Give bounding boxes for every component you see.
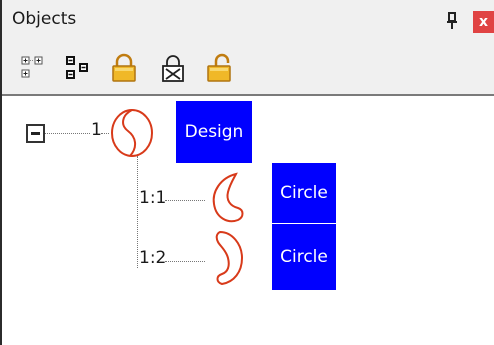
lock-x-button[interactable] — [158, 53, 188, 83]
pin-icon[interactable] — [444, 12, 460, 30]
design-shape-icon[interactable] — [108, 107, 156, 159]
node-number: 1:2 — [139, 248, 167, 268]
tree-connector — [165, 200, 205, 201]
tree-connector — [45, 133, 90, 134]
expand-all-icon — [21, 56, 43, 78]
node-number: 1 — [91, 120, 102, 140]
panel-titlebar: Objects x — [2, 0, 494, 42]
collapse-all-icon — [66, 56, 88, 79]
node-number: 1:1 — [139, 188, 167, 208]
expand-all-button[interactable] — [19, 53, 49, 83]
unlock-icon — [207, 53, 231, 82]
circle-shape-icon[interactable] — [208, 170, 248, 228]
minus-icon — [31, 132, 40, 135]
object-tree: 1 Design 1:1 Circle 1:2 Circle — [2, 94, 494, 345]
lock-x-icon — [162, 55, 184, 82]
circle-shape-icon[interactable] — [208, 228, 248, 288]
lock-button[interactable] — [109, 53, 139, 83]
lock-icon — [112, 53, 136, 82]
toolbar — [2, 42, 494, 94]
tree-node-circle-2[interactable]: Circle — [272, 224, 336, 290]
tree-node-design[interactable]: Design — [176, 101, 252, 163]
tree-node-circle-1[interactable]: Circle — [272, 163, 336, 223]
unlock-button[interactable] — [204, 53, 234, 83]
panel-title: Objects — [12, 9, 77, 29]
collapse-toggle[interactable] — [26, 124, 45, 143]
close-button[interactable]: x — [473, 11, 494, 33]
tree-connector — [137, 156, 138, 268]
collapse-all-button[interactable] — [63, 53, 93, 83]
objects-panel: Objects x 1 Design 1:1 Circle 1:2 Circle — [0, 0, 494, 345]
tree-connector — [165, 261, 205, 262]
